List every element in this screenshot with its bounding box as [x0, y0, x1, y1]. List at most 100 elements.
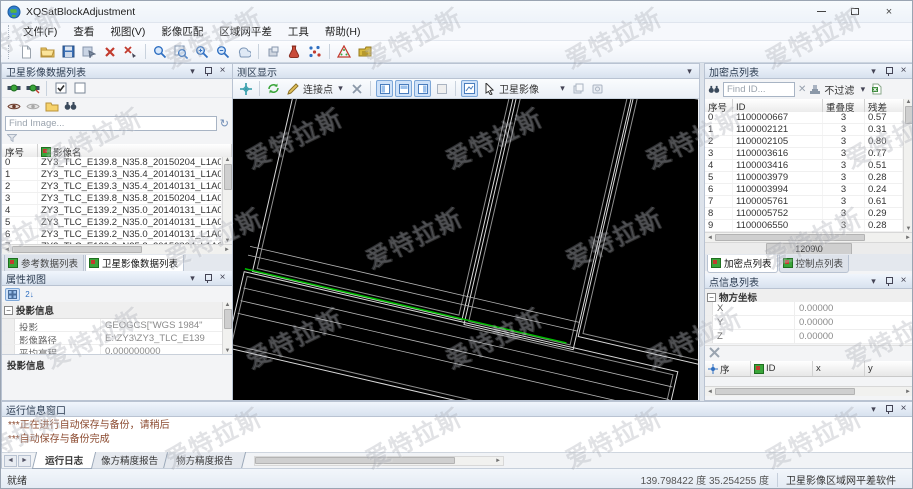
- menu-item[interactable]: 文件(F): [15, 22, 65, 41]
- open-folder-icon[interactable]: [43, 99, 60, 114]
- collapse-icon[interactable]: −: [4, 306, 13, 315]
- close-panel-button[interactable]: ×: [898, 66, 909, 77]
- table-row[interactable]: 5ZY3_TLC_E139.2_N35.0_20140131_L1A00: [2, 217, 222, 229]
- property-row[interactable]: 投影GEOGCS["WGS 1984": [2, 319, 232, 332]
- maximize-button[interactable]: [838, 1, 872, 22]
- report-tab[interactable]: 像方精度报告: [88, 452, 171, 469]
- dock-tab[interactable]: 加密点列表: [707, 255, 778, 273]
- dock-menu-button[interactable]: ▾: [868, 404, 879, 415]
- select-cursor-button[interactable]: [480, 80, 497, 97]
- report-tab[interactable]: 物方精度报告: [163, 452, 246, 469]
- property-grid-vscrollbar[interactable]: ▲▼: [222, 302, 232, 354]
- close-button[interactable]: ×: [872, 1, 906, 22]
- column-header-id[interactable]: ID: [751, 361, 813, 376]
- menu-item[interactable]: 影像匹配: [153, 22, 211, 41]
- close-panel-button[interactable]: ×: [898, 404, 909, 415]
- open-file-button[interactable]: [37, 42, 57, 61]
- binoculars-icon[interactable]: [62, 99, 79, 114]
- pin-icon[interactable]: [202, 66, 213, 77]
- hide-satellite-button[interactable]: [24, 80, 41, 97]
- column-header-y[interactable]: y: [865, 361, 913, 376]
- report-tab[interactable]: 运行日志: [32, 452, 96, 469]
- clear-point-button[interactable]: [709, 347, 720, 358]
- column-header-x[interactable]: x: [813, 361, 865, 376]
- menu-item[interactable]: 查看: [65, 22, 102, 41]
- find-id-input[interactable]: [723, 82, 795, 97]
- zoom-window-button[interactable]: [171, 42, 191, 61]
- view-mode-1-button[interactable]: [376, 80, 393, 97]
- close-panel-button[interactable]: ×: [217, 66, 228, 77]
- show-satellite-button[interactable]: [5, 80, 22, 97]
- table-row[interactable]: 1ZY3_TLC_E139.3_N35.4_20140131_L1A00: [2, 169, 222, 181]
- clear-search-icon[interactable]: ✕: [798, 84, 806, 95]
- dock-tab[interactable]: 控制点列表: [779, 255, 850, 273]
- table-row[interactable]: 0110000066730.57: [705, 112, 903, 124]
- import-button[interactable]: [79, 42, 99, 61]
- save-button[interactable]: [58, 42, 78, 61]
- menu-item[interactable]: 视图(V): [102, 22, 153, 41]
- dock-menu-button[interactable]: ▾: [187, 66, 198, 77]
- stamp-icon[interactable]: [809, 84, 821, 95]
- tie-point-table-vscrollbar[interactable]: ▲▼: [903, 99, 913, 232]
- remove-tool-button[interactable]: [121, 42, 141, 61]
- coordinate-row[interactable]: Y0.00000: [705, 316, 913, 330]
- snapshot-button[interactable]: [589, 80, 606, 97]
- filter-dropdown[interactable]: ▾: [857, 84, 868, 95]
- menu-item[interactable]: 工具: [280, 22, 317, 41]
- table-row[interactable]: 8110000575230.29: [705, 208, 903, 220]
- collapse-icon[interactable]: −: [707, 293, 716, 302]
- minimize-button[interactable]: [804, 1, 838, 22]
- table-row[interactable]: 7110000576130.61: [705, 196, 903, 208]
- pin-icon[interactable]: [883, 66, 894, 77]
- pin-icon[interactable]: [883, 404, 894, 415]
- log-hscrollbar[interactable]: ►: [254, 456, 504, 466]
- pan-button[interactable]: [234, 42, 254, 61]
- overview-toggle-button[interactable]: [461, 80, 478, 97]
- eye-hidden-icon[interactable]: [24, 99, 41, 114]
- view-mode-3-button[interactable]: [414, 80, 431, 97]
- unchecked-checkbox-icon[interactable]: [71, 80, 88, 97]
- refresh-view-button[interactable]: [265, 80, 282, 97]
- sort-alphabetical-button[interactable]: 2↓: [22, 288, 37, 301]
- table-row[interactable]: 6ZY3_TLC_E139.2_N35.0_20140131_L1A00: [2, 229, 222, 241]
- property-row[interactable]: 影像路径E:\ZY3\ZY3_TLC_E139: [2, 332, 232, 345]
- image-table-hscrollbar[interactable]: ◄►: [2, 244, 232, 254]
- categorize-button[interactable]: [5, 288, 20, 301]
- clear-selection-button[interactable]: [348, 80, 365, 97]
- property-group-row[interactable]: − 投影信息: [2, 302, 232, 319]
- find-image-input[interactable]: [5, 116, 217, 131]
- checked-checkbox-icon[interactable]: [52, 80, 69, 97]
- table-row[interactable]: 2ZY3_TLC_E139.3_N35.4_20140131_L1A00: [2, 181, 222, 193]
- table-row[interactable]: 2110000210530.80: [705, 136, 903, 148]
- point-count-pager[interactable]: 1209\0: [766, 243, 852, 255]
- eye-visible-icon[interactable]: [5, 99, 22, 114]
- dock-menu-button[interactable]: ▾: [684, 66, 695, 77]
- refresh-icon[interactable]: ↻: [220, 117, 229, 130]
- zoom-minus-button[interactable]: [213, 42, 233, 61]
- column-header-seq[interactable]: 序: [705, 361, 751, 376]
- table-row[interactable]: 4ZY3_TLC_E139.2_N35.0_20140131_L1A00: [2, 205, 222, 217]
- layer-dropdown[interactable]: ▾: [557, 83, 568, 94]
- menu-item[interactable]: 帮助(H): [317, 22, 369, 41]
- view-mode-4-button[interactable]: [433, 80, 450, 97]
- dock-menu-button[interactable]: ▾: [868, 66, 879, 77]
- table-row[interactable]: 3ZY3_TLC_E139.8_N35.8_20150204_L1A00: [2, 193, 222, 205]
- accuracy-report-button[interactable]: [334, 42, 354, 61]
- log-output[interactable]: ***正在进行自动保存与备份，请稍后***自动保存与备份完成: [2, 417, 913, 452]
- tie-points-button[interactable]: [305, 42, 325, 61]
- edit-pencil-button[interactable]: [284, 80, 301, 97]
- image-table-vscrollbar[interactable]: ▲▼: [222, 157, 232, 244]
- filter-funnel-icon[interactable]: [7, 134, 17, 142]
- coordinate-row[interactable]: Z0.00000: [705, 330, 913, 344]
- match-settings-button[interactable]: [263, 42, 283, 61]
- table-row[interactable]: 6110000399430.24: [705, 184, 903, 196]
- new-file-button[interactable]: [16, 42, 36, 61]
- recenter-crosshair-button[interactable]: [237, 80, 254, 97]
- dock-menu-button[interactable]: ▾: [868, 276, 879, 287]
- zoom-plus-button[interactable]: [192, 42, 212, 61]
- export-excel-icon[interactable]: [871, 83, 882, 95]
- table-row[interactable]: 3110000361630.77: [705, 148, 903, 160]
- tie-point-table-hscrollbar[interactable]: ◄►: [705, 232, 913, 242]
- adjustment-flask-icon[interactable]: [284, 42, 304, 61]
- export-product-button[interactable]: [355, 42, 375, 61]
